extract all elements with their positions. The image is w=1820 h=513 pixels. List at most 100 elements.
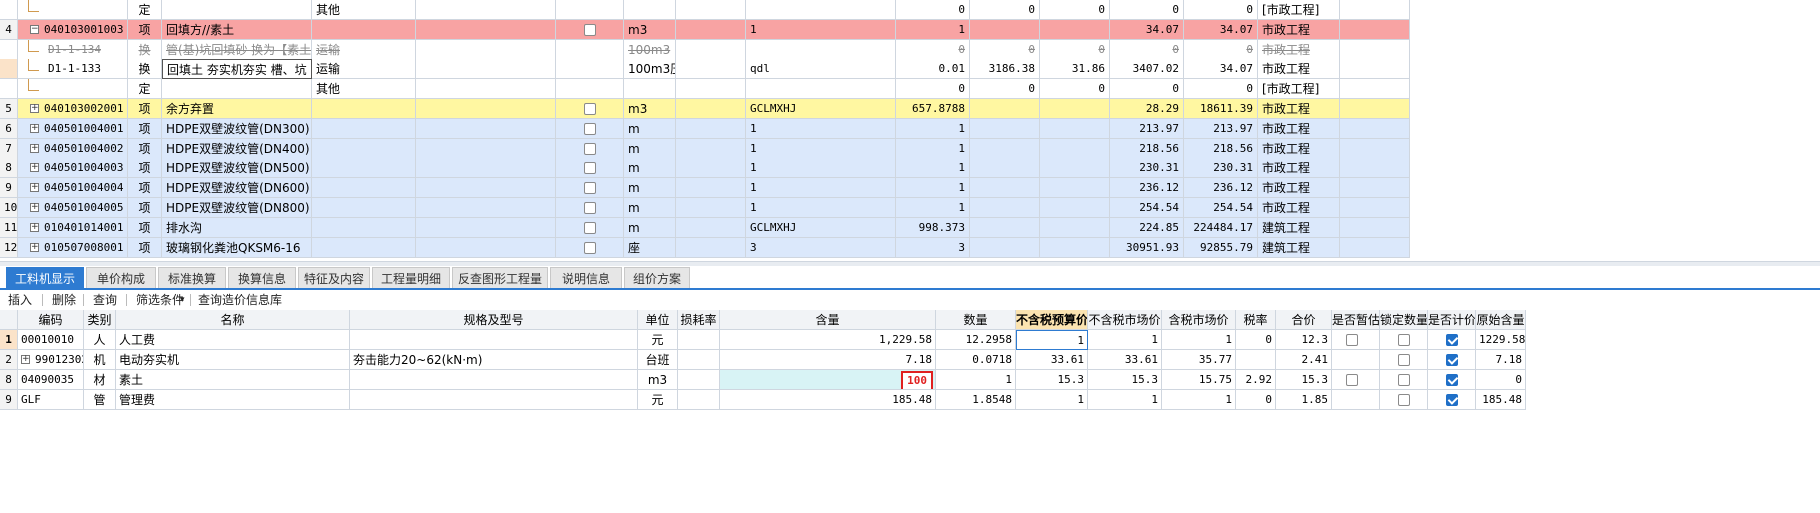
table-row[interactable]: 定 其他 0 0 0 0 0 [市政工程] [0, 79, 1410, 100]
cell-qty: 998.373 [896, 217, 970, 238]
expand-expand-icon[interactable]: + [30, 123, 39, 133]
table-row[interactable]: 4 −040103001003 项回填方//素土 m3 1 1 34.07 34.07 市政工程 [0, 19, 1410, 40]
tab-3[interactable]: 标准换算 [158, 267, 226, 289]
expand-expand-icon[interactable]: + [30, 222, 39, 232]
tab-8[interactable]: 说明信息 [550, 267, 622, 289]
column-header[interactable]: 损耗率 [678, 310, 720, 330]
field-unit_name: 其他 [316, 3, 341, 17]
insert-button[interactable]: 插入 [8, 291, 32, 309]
checkbox[interactable] [1398, 374, 1410, 386]
column-header[interactable]: 类别 [84, 310, 116, 330]
cell-blank2 [676, 59, 746, 80]
tab-9[interactable]: 组价方案 [624, 267, 690, 289]
column-header[interactable]: 单位 [638, 310, 678, 330]
checkbox[interactable] [1446, 394, 1458, 406]
cell-p1: 1 [1016, 330, 1088, 350]
cell-name: HDPE双壁波纹管(DN400) [162, 138, 312, 159]
table-row[interactable]: 9 GLF 管管理费 元 185.48 1.8548 1 1 1 0 1.85 185.48 [0, 390, 1526, 410]
tab-1[interactable]: 工料机显示 [6, 267, 84, 289]
checkbox[interactable] [1446, 374, 1458, 386]
checkbox[interactable] [584, 182, 596, 195]
expand-expand-icon[interactable]: + [30, 104, 39, 113]
column-header[interactable]: 锁定数量 [1380, 310, 1428, 330]
table-row[interactable]: 12 +010507008001 项玻璃钢化粪池QKSM6-16 座 3 3 30951.9… [0, 237, 1410, 258]
column-header[interactable] [0, 310, 18, 330]
field-unit: 元 [651, 393, 664, 407]
checkbox[interactable] [584, 142, 596, 155]
table-row[interactable]: 9 +040501004004 项 HDPE双壁波纹管(DN600) m 1 1 236.12… [0, 178, 1410, 199]
column-header[interactable]: 合价 [1276, 310, 1332, 330]
expand-expand-icon[interactable]: + [30, 183, 39, 193]
dropdown-arrow-icon[interactable]: ▾ [180, 291, 185, 309]
tab-5[interactable]: 特征及内容 [298, 267, 370, 289]
field-expr: 1 [750, 201, 757, 214]
checkbox[interactable] [1446, 354, 1458, 366]
column-header[interactable]: 含税市场价 [1162, 310, 1236, 330]
cell-c2: 236.12 [1110, 178, 1184, 199]
column-header[interactable]: 名称 [116, 310, 350, 330]
field-qty: 0 [958, 82, 965, 96]
checkbox[interactable] [584, 162, 596, 175]
field-total: 34.07 [1219, 62, 1253, 76]
tab-6[interactable]: 工程量明细 [372, 267, 450, 289]
tab-7[interactable]: 反查图形工程量 [452, 267, 548, 289]
checkbox[interactable] [584, 103, 596, 115]
field-c1: 31.86 [1071, 62, 1105, 76]
checkbox[interactable] [1398, 334, 1410, 346]
cell-total: 92855.79 [1184, 237, 1258, 258]
column-header[interactable]: 原始含量 [1476, 310, 1526, 330]
tab-4[interactable]: 换算信息 [228, 267, 296, 289]
table-row[interactable]: D1-1-133 换 回填土 夯实机夯实 槽、坑运输 100m3压… qdl 0.01 31… [0, 59, 1410, 80]
content-input[interactable]: 100 [901, 371, 933, 389]
expand-expand-icon[interactable]: + [30, 163, 39, 173]
column-header[interactable]: 是否暂估 [1332, 310, 1380, 330]
filter-conditions-button[interactable]: 筛选条件 [136, 291, 184, 309]
checkbox[interactable] [1446, 334, 1458, 346]
checkbox[interactable] [584, 23, 596, 36]
column-header[interactable]: 不含税预算价 [1016, 310, 1088, 330]
table-row[interactable]: 5 +040103002001 项 余方弃置 m3 GCLMXHJ 657.8788 28.2… [0, 99, 1410, 119]
expand-collapse-icon[interactable]: − [30, 24, 39, 34]
checkbox[interactable] [584, 241, 596, 254]
toolbar-divider [126, 294, 127, 306]
table-row[interactable]: 1 00010010 人人工费 元 1,229.58 12.2958 1 1 1 0 12.3 122… [0, 330, 1526, 350]
expand-expand-icon[interactable]: + [30, 203, 39, 212]
table-row[interactable]: 定 其他 0 0 0 0 0 [市政工程] [0, 0, 1410, 20]
query-button[interactable]: 查询 [93, 291, 117, 309]
expand-expand-icon[interactable]: + [30, 242, 39, 252]
cell-price [970, 217, 1040, 238]
table-row[interactable]: 10 +040501004005 项 HDPE双壁波纹管(DN800) m 1 1 254.5… [0, 198, 1410, 218]
column-header[interactable]: 数量 [936, 310, 1016, 330]
column-header[interactable]: 规格及型号 [350, 310, 638, 330]
tab-2[interactable]: 单价构成 [86, 267, 156, 289]
column-header[interactable]: 编码 [18, 310, 84, 330]
cell-blank3 [1340, 198, 1410, 218]
checkbox[interactable] [1346, 334, 1358, 346]
cell-chk [556, 0, 624, 20]
expand-expand-icon[interactable]: + [30, 143, 39, 153]
checkbox[interactable] [1346, 374, 1358, 386]
splitter[interactable] [0, 261, 1820, 266]
column-header[interactable]: 不含税市场价 [1088, 310, 1162, 330]
query-price-library-button[interactable]: 查询造价信息库 [198, 291, 282, 309]
checkbox[interactable] [584, 202, 596, 214]
checkbox[interactable] [584, 122, 596, 135]
table-row[interactable]: 8 +040501004003 项 HDPE双壁波纹管(DN500) m 1 1 230.31… [0, 158, 1410, 179]
table-row[interactable]: D1-1-134 换管(基)坑回填砂 换为【素土】 运输 100m3 0 0 0 0 0 市政工程 [0, 39, 1410, 60]
table-row[interactable]: 2 +990123020 机电动夯实机 夯击能力20~62(kN·m) 台班 7.18 0.… [0, 350, 1526, 370]
table-row[interactable]: 11 +010401014001 项排水沟 m GCLMXHJ 998.373 224.85… [0, 217, 1410, 238]
checkbox[interactable] [1398, 354, 1410, 366]
column-header[interactable]: 含量 [720, 310, 936, 330]
delete-button[interactable]: 删除 [52, 291, 76, 309]
field-type: 项 [138, 161, 151, 176]
table-row[interactable]: 6 +040501004001 项 HDPE双壁波纹管(DN300) m 1 1 213.97… [0, 118, 1410, 139]
checkbox[interactable] [584, 221, 596, 234]
checkbox[interactable] [1398, 394, 1410, 406]
field-cat: 市政工程 [1262, 62, 1311, 77]
column-header[interactable]: 税率 [1236, 310, 1276, 330]
table-row[interactable]: 7 +040501004002 项 HDPE双壁波纹管(DN400) m 1 1 218.56… [0, 138, 1410, 159]
cell-code: GLF [18, 390, 84, 410]
column-header[interactable]: 是否计价 [1428, 310, 1476, 330]
expand-icon[interactable]: + [21, 355, 30, 364]
table-row[interactable]: 8 04090035 材素土 m3 100 1 15.3 15.3 15.75 2.92 15.3 0 [0, 370, 1526, 390]
